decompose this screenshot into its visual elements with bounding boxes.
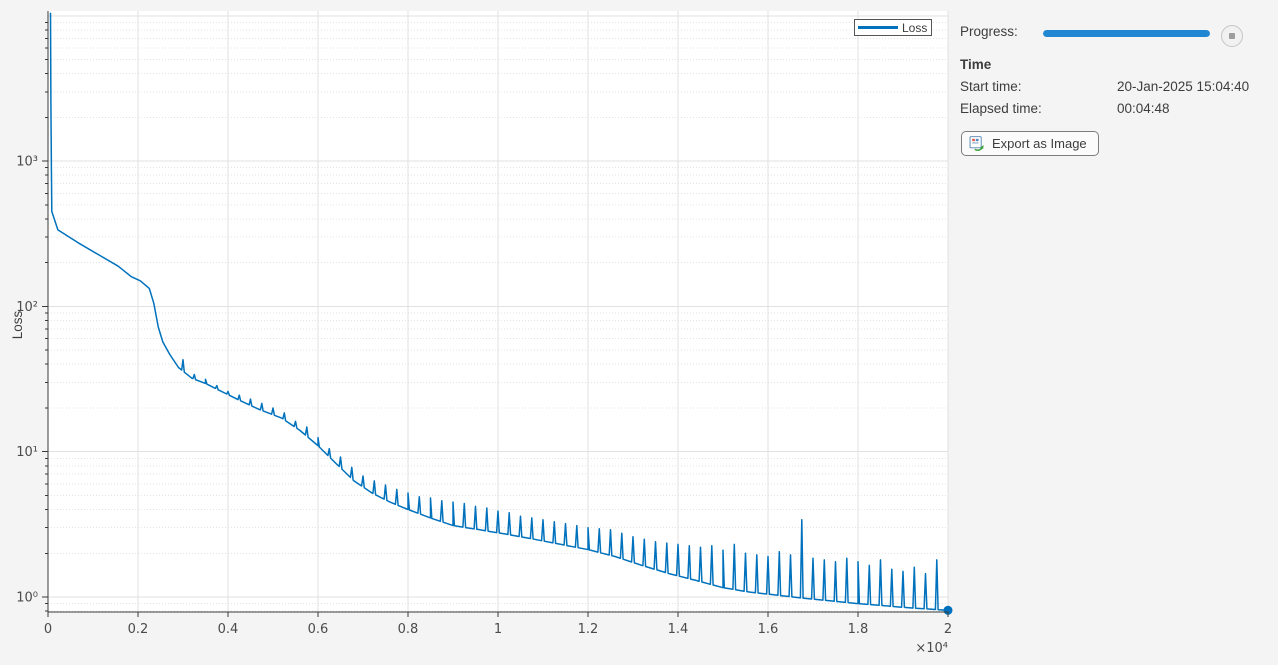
x-tick-label: 1 bbox=[494, 622, 502, 637]
elapsed-time-label: Elapsed time: bbox=[960, 101, 1042, 116]
export-as-image-button[interactable]: Export as Image bbox=[961, 131, 1099, 156]
start-time-value: 20-Jan-2025 15:04:40 bbox=[1117, 79, 1249, 94]
export-button-label: Export as Image bbox=[992, 136, 1087, 151]
x-tick-label: 2 bbox=[944, 622, 952, 637]
legend-line-sample bbox=[858, 26, 898, 29]
x-tick-label: 0.2 bbox=[128, 622, 149, 637]
export-image-icon bbox=[969, 135, 986, 152]
y-axis-label: Loss bbox=[10, 311, 25, 340]
x-tick-label: 0.8 bbox=[398, 622, 419, 637]
legend: Loss bbox=[854, 19, 932, 36]
y-tick-label: 10³ bbox=[16, 155, 38, 170]
x-tick-label: 1.4 bbox=[668, 622, 689, 637]
loss-chart: 00.20.40.60.811.21.41.61.82×10⁴10⁰10¹10²… bbox=[0, 0, 958, 665]
progress-bar-fill bbox=[1043, 30, 1210, 37]
y-tick-label: 10¹ bbox=[16, 445, 38, 460]
x-tick-label: 0.6 bbox=[308, 622, 329, 637]
stop-button[interactable] bbox=[1221, 25, 1243, 47]
x-tick-label: 1.8 bbox=[848, 622, 869, 637]
elapsed-time-value: 00:04:48 bbox=[1117, 101, 1170, 116]
training-progress-window: 00.20.40.60.811.21.41.61.82×10⁴10⁰10¹10²… bbox=[0, 0, 1278, 665]
x-axis-exponent: ×10⁴ bbox=[915, 641, 948, 656]
legend-label: Loss bbox=[902, 21, 927, 35]
x-tick-label: 1.6 bbox=[758, 622, 779, 637]
training-info-panel: Progress: Time Start time: 20-Jan-2025 1… bbox=[960, 0, 1278, 665]
legend-item: Loss bbox=[858, 21, 927, 35]
x-tick-label: 0.4 bbox=[218, 622, 239, 637]
start-time-label: Start time: bbox=[960, 79, 1022, 94]
time-section-heading: Time bbox=[960, 57, 991, 72]
x-tick-label: 0 bbox=[44, 622, 52, 637]
loss-chart-svg: 00.20.40.60.811.21.41.61.82×10⁴10⁰10¹10²… bbox=[0, 0, 958, 665]
y-tick-label: 10⁰ bbox=[16, 591, 38, 606]
progress-bar bbox=[1043, 30, 1210, 37]
progress-label: Progress: bbox=[960, 24, 1018, 39]
x-tick-label: 1.2 bbox=[578, 622, 599, 637]
stop-icon bbox=[1229, 33, 1235, 39]
